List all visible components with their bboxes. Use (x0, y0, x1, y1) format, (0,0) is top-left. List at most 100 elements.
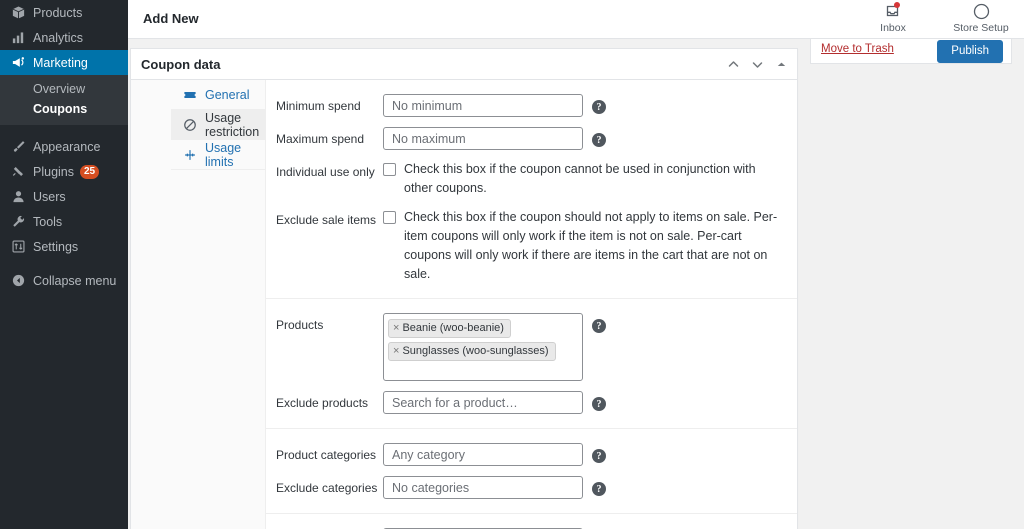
admin-sidebar: ProductsAnalytics Marketing OverviewCoupo… (0, 0, 128, 529)
field-group: Product categories?Exclude categories? (266, 429, 797, 514)
field-row-maximum-spend: Maximum spend? (266, 122, 797, 155)
inbox-icon (885, 2, 902, 21)
help-icon[interactable]: ? (592, 449, 606, 463)
field-row-allowed-emails: Allowed emails? (266, 523, 797, 529)
checkbox-control: Check this box if the coupon cannot be u… (383, 160, 781, 198)
help-icon[interactable]: ? (592, 482, 606, 496)
no-entry-icon (181, 118, 199, 132)
remove-tag-icon[interactable]: × (393, 344, 399, 358)
help-icon[interactable]: ? (592, 133, 606, 147)
tab-general[interactable]: General (171, 80, 265, 110)
coupon-data-metabox: Coupon data General Usage restrictionUsag… (130, 48, 798, 529)
coupon-ticket-icon (181, 88, 199, 102)
individual-use-only-checkbox[interactable] (383, 163, 396, 176)
selected-product-tag[interactable]: ×Sunglasses (woo-sunglasses) (388, 342, 556, 361)
coupon-data-fields: Minimum spend?Maximum spend?Individual u… (266, 80, 797, 529)
sidebar-item-appearance[interactable]: Appearance (0, 134, 128, 159)
appearance-brush-icon (8, 139, 28, 154)
page-title: Add New (143, 11, 199, 26)
tab-usage-restriction[interactable]: Usage restriction (171, 110, 265, 140)
field-row-exclude-categories: Exclude categories? (266, 471, 797, 504)
field-control (383, 94, 583, 117)
field-row-individual-use-only: Individual use onlyCheck this box if the… (266, 155, 797, 203)
field-row-products: Products×Beanie (woo-beanie)×Sunglasses … (266, 308, 797, 386)
move-up-handle[interactable] (721, 51, 745, 79)
tab-usage-limits[interactable]: Usage limits (171, 140, 265, 170)
maximum-spend-input[interactable] (383, 127, 583, 150)
exclude-sale-items-checkbox[interactable] (383, 211, 396, 224)
tag-label: Sunglasses (woo-sunglasses) (402, 344, 548, 358)
field-group: Minimum spend?Maximum spend?Individual u… (266, 80, 797, 299)
exclude-products-input[interactable] (383, 391, 583, 414)
product-categories-input[interactable] (383, 443, 583, 466)
store-setup-label: Store Setup (953, 22, 1008, 34)
sidebar-item-marketing[interactable]: Marketing (0, 50, 128, 75)
coupon-data-tabs: General Usage restrictionUsage limits (131, 80, 266, 529)
inbox-label: Inbox (880, 22, 906, 34)
sidebar-item-tools[interactable]: Tools (0, 209, 128, 234)
field-row-minimum-spend: Minimum spend? (266, 89, 797, 122)
sidebar-item-users[interactable]: Users (0, 184, 128, 209)
sidebar-item-analytics[interactable]: Analytics (0, 25, 128, 50)
sidebar-item-label: Settings (28, 240, 78, 254)
checkbox-description: Check this box if the coupon should not … (404, 208, 781, 284)
field-row-product-categories: Product categories? (266, 438, 797, 471)
field-label: Products (276, 313, 383, 333)
store-setup-button[interactable]: Store Setup (950, 2, 1012, 34)
products-tag-input[interactable]: ×Beanie (woo-beanie)×Sunglasses (woo-sun… (383, 313, 583, 381)
sidebar-item-label: Appearance (28, 140, 100, 154)
field-label: Product categories (276, 443, 383, 463)
field-control: ×Beanie (woo-beanie)×Sunglasses (woo-sun… (383, 313, 583, 381)
users-icon (8, 189, 28, 204)
products-icon (8, 5, 28, 20)
sidebar-item-label: Marketing (28, 56, 88, 70)
plugins-plug-icon (8, 164, 28, 179)
sidebar-item-label: Users (28, 190, 66, 204)
help-icon[interactable]: ? (592, 100, 606, 114)
sidebar-divider-2 (0, 259, 128, 268)
move-to-trash-link[interactable]: Move to Trash (821, 43, 894, 55)
collapse-menu-button[interactable]: Collapse menu (0, 268, 128, 293)
publish-box: Move to Trash Publish (810, 39, 1012, 64)
selected-product-tag[interactable]: ×Beanie (woo-beanie) (388, 319, 511, 338)
publish-button[interactable]: Publish (937, 40, 1003, 63)
help-icon[interactable]: ? (592, 397, 606, 411)
help-icon[interactable]: ? (592, 319, 606, 333)
submenu-item-overview[interactable]: Overview (0, 79, 128, 99)
tab-label: General (205, 88, 249, 102)
sidebar-item-plugins[interactable]: Plugins25 (0, 159, 128, 184)
field-label: Exclude categories (276, 476, 383, 496)
field-group: Products×Beanie (woo-beanie)×Sunglasses … (266, 299, 797, 429)
checkbox-description: Check this box if the coupon cannot be u… (404, 160, 781, 198)
field-group: Allowed emails? (266, 514, 797, 529)
sidebar-item-settings[interactable]: Settings (0, 234, 128, 259)
top-bar: Add New Inbox Store Setup (128, 0, 1024, 39)
field-control (383, 443, 583, 466)
sidebar-item-products[interactable]: Products (0, 0, 128, 25)
metabox-title: Coupon data (141, 57, 220, 72)
field-label: Exclude products (276, 391, 383, 411)
content-area: Move to Trash Publish Coupon data (128, 39, 1024, 529)
notification-dot (894, 2, 900, 8)
move-down-handle[interactable] (745, 51, 769, 79)
marketing-submenu: OverviewCoupons (0, 75, 128, 125)
marketing-megaphone-icon (8, 55, 28, 70)
exclude-categories-input[interactable] (383, 476, 583, 499)
sidebar-item-label: Plugins (28, 165, 74, 179)
minimum-spend-input[interactable] (383, 94, 583, 117)
toggle-panel-handle[interactable] (769, 51, 793, 79)
field-row-exclude-sale-items: Exclude sale items Check this box if the … (266, 203, 797, 289)
field-label: Maximum spend (276, 127, 383, 147)
field-control (383, 391, 583, 414)
field-label: Exclude sale items (276, 208, 383, 228)
tools-wrench-icon (8, 214, 28, 229)
metabox-handles (721, 49, 793, 80)
settings-sliders-icon (8, 239, 28, 254)
sidebar-item-label: Tools (28, 215, 62, 229)
analytics-icon (8, 30, 28, 45)
sidebar-divider (0, 125, 128, 134)
metabox-header: Coupon data (131, 49, 797, 80)
remove-tag-icon[interactable]: × (393, 321, 399, 335)
submenu-item-coupons[interactable]: Coupons (0, 99, 128, 119)
inbox-button[interactable]: Inbox (862, 2, 924, 34)
